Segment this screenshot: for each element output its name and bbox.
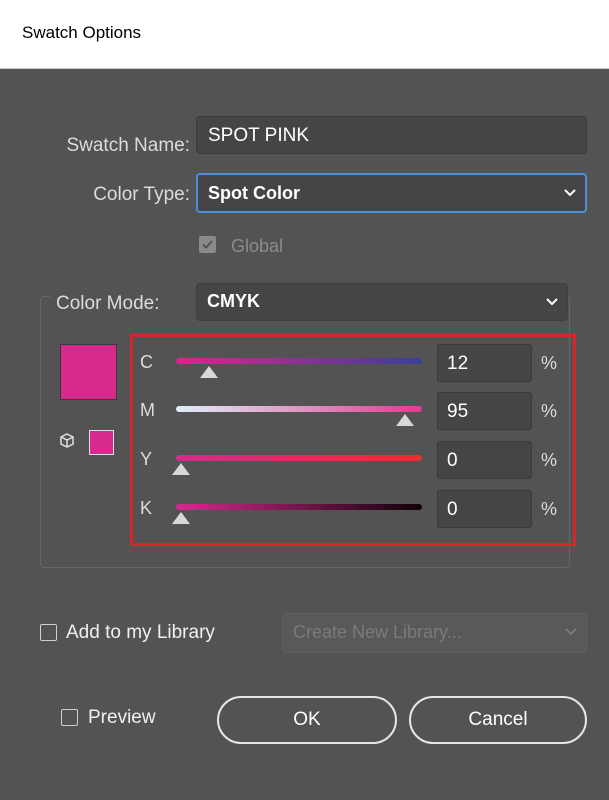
color-mode-select[interactable]: CMYK: [196, 283, 568, 321]
color-type-value: Spot Color: [208, 183, 300, 203]
chevron-down-icon: [546, 298, 558, 306]
ok-button[interactable]: OK: [217, 696, 397, 744]
preview-checkbox[interactable]: [61, 709, 78, 726]
chevron-down-icon: [564, 189, 576, 197]
chevron-down-icon: [565, 628, 577, 636]
add-to-library-checkbox[interactable]: [40, 624, 57, 641]
color-type-select[interactable]: Spot Color: [196, 173, 587, 213]
highlight-box: [130, 334, 576, 546]
add-to-library-label: Add to my Library: [66, 622, 215, 643]
cancel-button[interactable]: Cancel: [409, 696, 587, 744]
checkmark-icon: [202, 240, 213, 249]
global-checkbox[interactable]: [199, 236, 216, 253]
global-label: Global: [231, 236, 284, 256]
swatch-name-label: Swatch Name:: [66, 135, 190, 156]
cube-icon[interactable]: [58, 432, 76, 450]
color-type-label: Color Type:: [93, 184, 190, 205]
library-select[interactable]: Create New Library...: [282, 613, 587, 653]
swatch-name-input[interactable]: SPOT PINK: [196, 116, 587, 154]
swatch-color-preview: [60, 344, 117, 400]
window-title: Swatch Options: [22, 23, 142, 42]
swatch-name-value: SPOT PINK: [208, 125, 310, 146]
preview-label: Preview: [88, 707, 156, 728]
color-mode-value: CMYK: [207, 291, 260, 311]
gamut-color-chip[interactable]: [89, 430, 114, 455]
color-mode-label: Color Mode:: [50, 293, 202, 315]
library-select-value: Create New Library...: [293, 622, 462, 642]
title-bar: Swatch Options: [0, 0, 609, 69]
